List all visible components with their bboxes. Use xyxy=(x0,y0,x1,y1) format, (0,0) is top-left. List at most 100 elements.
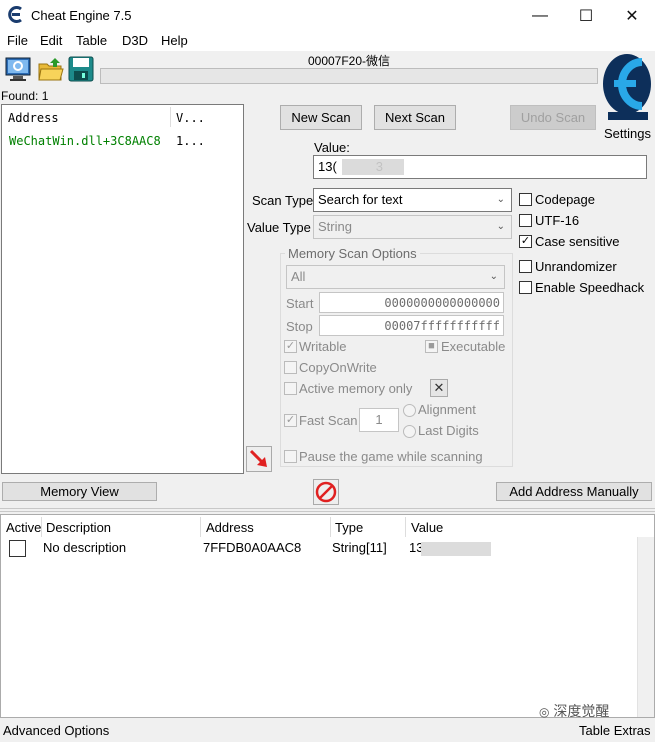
menu-file[interactable]: File xyxy=(7,33,28,48)
red-arrow-icon xyxy=(247,449,271,474)
scan-type-value: Search for text xyxy=(318,192,403,207)
menu-table[interactable]: Table xyxy=(76,33,107,48)
select-process-button[interactable] xyxy=(4,55,32,83)
splitter[interactable] xyxy=(0,508,655,512)
codepage-checkbox[interactable] xyxy=(519,193,532,206)
blurred-region xyxy=(421,542,491,556)
start-address-input[interactable]: 0000000000000000 xyxy=(319,292,504,313)
result-row-value[interactable]: 1... xyxy=(176,134,205,148)
blurred-region xyxy=(342,159,404,175)
table-header-address[interactable]: Address xyxy=(206,520,254,535)
add-address-manually-button[interactable]: Add Address Manually xyxy=(496,482,652,501)
memory-region-select[interactable]: All ⌄ xyxy=(286,265,505,289)
settings-logo-button[interactable]: Settings xyxy=(600,50,654,141)
wechat-icon: ◎ xyxy=(539,705,550,719)
speedhack-label: Enable Speedhack xyxy=(535,280,645,295)
fast-scan-alignment-input[interactable]: 1 xyxy=(359,408,399,432)
copyonwrite-label: CopyOnWrite xyxy=(299,360,377,375)
no-entry-icon xyxy=(314,481,338,507)
settings-label: Settings xyxy=(604,126,651,141)
chevron-down-icon: ⌄ xyxy=(496,194,505,205)
table-scrollbar[interactable] xyxy=(637,537,654,717)
value-type-value: String xyxy=(318,219,352,234)
case-sensitive-checkbox[interactable]: ✓ xyxy=(519,235,532,248)
active-memory-label: Active memory only xyxy=(299,381,413,396)
column-divider xyxy=(405,517,406,537)
memory-scan-options-title: Memory Scan Options xyxy=(285,246,420,261)
value-label: Value: xyxy=(314,140,350,155)
watermark-text: 深度觉醒 xyxy=(553,703,610,719)
codepage-label: Codepage xyxy=(535,192,595,207)
unrandomizer-checkbox[interactable] xyxy=(519,260,532,273)
executable-checkbox[interactable]: ■ xyxy=(425,340,438,353)
save-button[interactable] xyxy=(67,55,95,83)
active-memory-checkbox[interactable] xyxy=(284,382,297,395)
writable-label: Writable xyxy=(299,339,347,354)
table-row[interactable]: No description 7FFDB0A0AAC8 String[11] 1… xyxy=(1,537,637,561)
table-header-description[interactable]: Description xyxy=(46,520,111,535)
new-scan-button[interactable]: New Scan xyxy=(280,105,362,130)
close-icon[interactable]: ✕ xyxy=(430,379,448,397)
value-type-label: Value Type xyxy=(247,220,311,235)
row-address[interactable]: 7FFDB0A0AAC8 xyxy=(203,540,301,555)
save-icon xyxy=(67,56,95,86)
undo-scan-button[interactable]: Undo Scan xyxy=(510,105,596,130)
unrandomizer-label: Unrandomizer xyxy=(535,259,617,274)
address-table[interactable]: Active Description Address Type Value No… xyxy=(0,514,655,721)
scan-type-select[interactable]: Search for text ⌄ xyxy=(313,188,512,212)
start-label: Start xyxy=(286,296,314,311)
last-digits-label: Last Digits xyxy=(418,423,479,438)
result-row-address[interactable]: WeChatWin.dll+3C8AAC8 xyxy=(9,134,161,148)
table-header-active[interactable]: Active xyxy=(6,520,41,535)
chevron-down-icon: ⌄ xyxy=(489,271,498,282)
value-type-select[interactable]: String ⌄ xyxy=(313,215,512,239)
watermark: ◎ 深度觉醒 xyxy=(539,701,609,721)
minimize-button[interactable]: — xyxy=(517,0,563,31)
table-header-type[interactable]: Type xyxy=(335,520,363,535)
settings-logo-icon xyxy=(600,50,654,125)
menu-help[interactable]: Help xyxy=(161,33,188,48)
writable-checkbox[interactable]: ✓ xyxy=(284,340,297,353)
alignment-radio[interactable] xyxy=(403,404,416,417)
pause-game-checkbox[interactable] xyxy=(284,450,297,463)
menu-bar: File Edit Table D3D Help xyxy=(0,31,655,51)
next-scan-button[interactable]: Next Scan xyxy=(374,105,456,130)
process-label: 00007F20-微信 xyxy=(307,54,391,68)
stop-address-input[interactable]: 00007fffffffffff xyxy=(319,315,504,336)
last-digits-radio[interactable] xyxy=(403,425,416,438)
chevron-down-icon: ⌄ xyxy=(496,221,505,232)
active-checkbox[interactable] xyxy=(9,540,26,557)
row-description[interactable]: No description xyxy=(43,540,126,555)
footer: Advanced Options Table Extras xyxy=(0,719,655,742)
computer-icon xyxy=(4,57,32,86)
menu-edit[interactable]: Edit xyxy=(40,33,62,48)
fast-scan-checkbox[interactable]: ✓ xyxy=(284,414,297,427)
clear-list-button[interactable] xyxy=(313,479,339,505)
add-selected-to-list-button[interactable] xyxy=(246,446,272,472)
results-list[interactable]: Address V... WeChatWin.dll+3C8AAC8 1... xyxy=(1,104,244,474)
advanced-options-button[interactable]: Advanced Options xyxy=(3,723,109,738)
column-divider xyxy=(41,517,42,537)
copyonwrite-checkbox[interactable] xyxy=(284,361,297,374)
value-input[interactable]: 13( 3 xyxy=(313,155,647,179)
speedhack-checkbox[interactable] xyxy=(519,281,532,294)
utf16-checkbox[interactable] xyxy=(519,214,532,227)
results-col-address[interactable]: Address xyxy=(8,111,59,125)
executable-label: Executable xyxy=(441,339,506,354)
row-type[interactable]: String[11] xyxy=(332,540,387,555)
open-folder-icon xyxy=(37,58,65,86)
table-extras-button[interactable]: Table Extras xyxy=(579,723,651,738)
table-header-value[interactable]: Value xyxy=(411,520,443,535)
maximize-button[interactable]: ☐ xyxy=(563,0,609,31)
close-button[interactable]: ✕ xyxy=(609,0,655,31)
pause-game-label: Pause the game while scanning xyxy=(299,449,483,464)
window-title: Cheat Engine 7.5 xyxy=(31,8,132,23)
open-button[interactable] xyxy=(37,55,65,83)
column-divider xyxy=(200,517,201,537)
results-col-value[interactable]: V... xyxy=(176,111,205,125)
case-sensitive-label: Case sensitive xyxy=(535,234,620,249)
memory-view-button[interactable]: Memory View xyxy=(2,482,157,501)
scan-type-label: Scan Type xyxy=(252,193,314,208)
menu-d3d[interactable]: D3D xyxy=(122,33,148,48)
stop-label: Stop xyxy=(286,319,313,334)
